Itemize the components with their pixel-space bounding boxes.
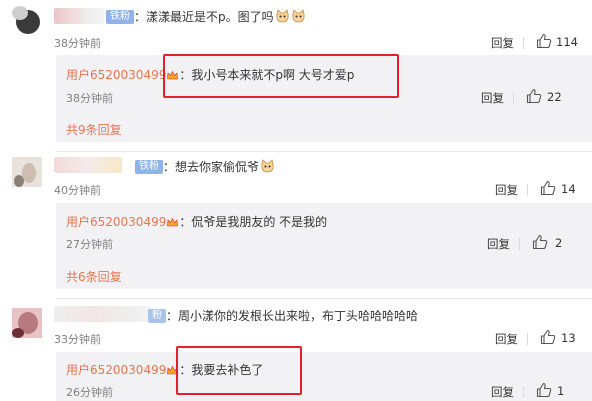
divider (523, 386, 524, 398)
like-count: 1 (557, 384, 565, 398)
reply-button[interactable]: 回复 (491, 384, 514, 400)
avatar[interactable] (12, 157, 42, 187)
like-count: 13 (561, 331, 576, 345)
username-blurred[interactable] (54, 306, 150, 322)
reply-button[interactable]: 回复 (495, 331, 518, 347)
cat-emoji-icon (260, 159, 275, 174)
fan-badge: 粉 (148, 309, 166, 323)
fan-badge: 铁粉 (135, 160, 163, 174)
reply-time: 26分钟前 (66, 386, 113, 399)
highlight-box (176, 346, 302, 395)
reply-button[interactable]: 回复 (495, 182, 518, 198)
comment-text: ：想去你家偷侃爷 (163, 158, 275, 175)
reply-time: 27分钟前 (66, 238, 113, 251)
comment-time: 38分钟前 (54, 37, 101, 50)
like-count: 14 (561, 182, 576, 196)
comment-time: 40分钟前 (54, 184, 101, 197)
view-more-replies-link[interactable]: 共6条回复 (66, 268, 122, 285)
reply-text: 用户6520030499 ：侃爷是我朋友的 不是我的 (66, 215, 328, 229)
cat-emoji-icon (275, 9, 290, 24)
highlight-box (163, 54, 399, 98)
username-blurred[interactable] (54, 157, 122, 173)
username-blurred[interactable] (54, 8, 104, 24)
reply-username[interactable]: 用户6520030499 (66, 215, 166, 229)
thumbs-up-icon[interactable] (532, 234, 548, 250)
cat-emoji-icon (291, 9, 306, 24)
reply-username[interactable]: 用户6520030499 (66, 68, 166, 82)
like-count: 2 (555, 236, 563, 250)
comment-text: ：周小漾你的发根长出来啦，布丁头哈哈哈哈哈 (166, 309, 419, 323)
fan-badge: 铁粉 (106, 10, 134, 24)
reply-username[interactable]: 用户6520030499 (66, 363, 166, 377)
thumbs-up-icon[interactable] (536, 382, 552, 398)
thumbs-up-icon[interactable] (536, 33, 552, 49)
divider (56, 151, 592, 152)
divider (523, 37, 524, 49)
thumbs-up-icon[interactable] (526, 88, 542, 104)
thumbs-up-icon[interactable] (540, 329, 556, 345)
divider (513, 92, 514, 104)
divider (56, 298, 592, 299)
divider (519, 238, 520, 250)
avatar[interactable] (12, 6, 42, 36)
comment-text: ：漾漾最近是不p。图了吗 (134, 8, 306, 25)
thumbs-up-icon[interactable] (540, 180, 556, 196)
crown-icon (167, 216, 179, 227)
comment-time: 33分钟前 (54, 333, 101, 346)
reply-time: 38分钟前 (66, 92, 113, 105)
reply-button[interactable]: 回复 (481, 90, 504, 106)
avatar[interactable] (12, 308, 42, 338)
like-count: 22 (547, 90, 562, 104)
like-count: 114 (556, 35, 578, 49)
view-more-replies-link[interactable]: 共9条回复 (66, 121, 122, 138)
reply-button[interactable]: 回复 (491, 35, 514, 51)
divider (527, 184, 528, 196)
reply-button[interactable]: 回复 (487, 236, 510, 252)
divider (527, 333, 528, 345)
